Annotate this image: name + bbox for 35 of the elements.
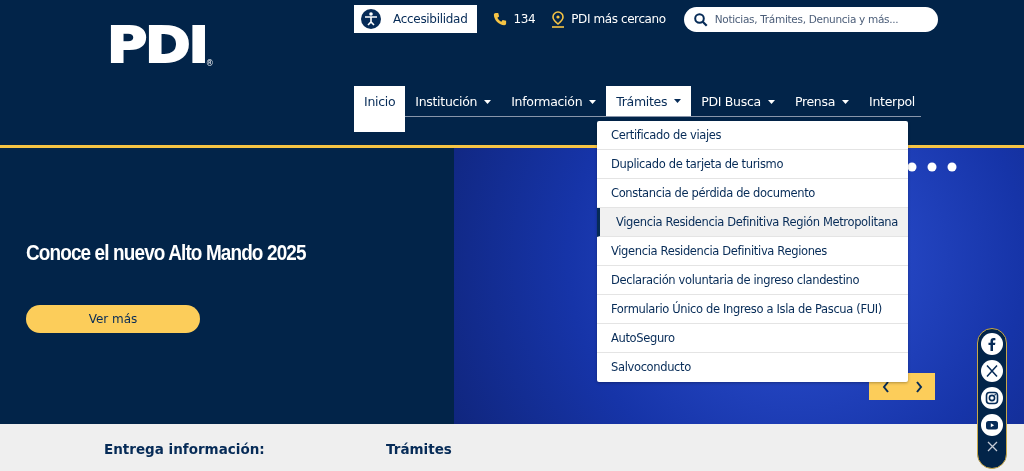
accessibility-icon — [361, 9, 381, 29]
nav-tab[interactable]: Institución — [405, 86, 502, 117]
section-heading: Entrega información: — [104, 441, 266, 457]
accessibility-button[interactable]: Accesibilidad — [354, 5, 478, 33]
carousel-dots-icon[interactable] — [907, 162, 957, 172]
menu-item[interactable]: Duplicado de tarjeta de turismo — [597, 150, 908, 179]
youtube-icon[interactable] — [981, 414, 1003, 436]
nav-tab[interactable]: Prensa — [784, 86, 860, 117]
search-field[interactable]: Noticias, Trámites, Denuncia y más... — [683, 6, 938, 32]
menu-item[interactable]: Certificado de viajes — [597, 121, 908, 150]
close-icon[interactable] — [986, 441, 998, 452]
chevron-right-icon[interactable] — [914, 380, 923, 393]
x-logo-icon[interactable] — [981, 360, 1003, 382]
menu-item[interactable]: Salvoconducto — [597, 353, 908, 382]
instagram-icon[interactable] — [981, 387, 1003, 409]
nav-tab[interactable]: Información — [501, 86, 607, 117]
menu-item[interactable]: Declaración voluntaria de ingreso clandestino — [597, 266, 908, 295]
menu-item[interactable]: AutoSeguro — [597, 324, 908, 353]
chevron-left-icon[interactable] — [881, 380, 890, 393]
nearest-station-link[interactable]: PDI más cercano — [551, 10, 666, 28]
menu-item[interactable]: Formulario Único de Ingreso a Isla de Pascua (FUI) — [597, 295, 908, 324]
hero-title: Conoce el nuevo Alto Mando 2025 — [26, 240, 307, 266]
nav-tab[interactable]: PDI Busca — [691, 86, 785, 117]
facebook-icon[interactable] — [981, 333, 1003, 355]
menu-item[interactable]: Vigencia Residencia Definitiva Regiones — [597, 237, 908, 266]
see-more-button[interactable]: Ver más — [26, 305, 200, 333]
location-pin-icon — [551, 10, 566, 28]
nav-tab[interactable]: Trámites — [606, 86, 692, 116]
menu-item[interactable]: Vigencia Residencia Definitiva Región Metropolitana — [597, 208, 908, 237]
pdi-logo[interactable]: PDI® — [107, 20, 354, 68]
section-heading: Trámites — [386, 441, 452, 457]
phone-icon — [493, 12, 508, 26]
phone-link[interactable]: 134 — [493, 12, 536, 26]
nav-tab[interactable]: Interpol — [859, 86, 926, 117]
nav-tab[interactable]: Inicio — [354, 86, 406, 132]
